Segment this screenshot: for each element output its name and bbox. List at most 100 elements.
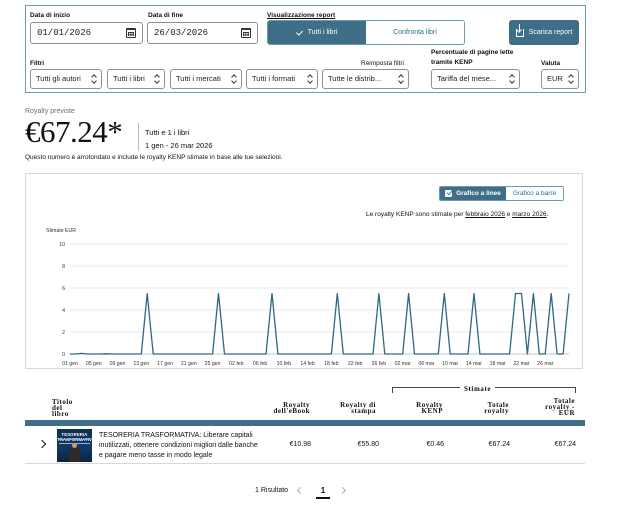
- y-tick-label: 4: [62, 308, 65, 314]
- x-tick-label: 22 feb: [348, 361, 363, 367]
- end-date-label: Data di fine: [148, 12, 184, 19]
- download-report-button[interactable]: Scarica report: [509, 20, 579, 45]
- col-header-title: Titolo del libro: [52, 399, 73, 418]
- x-tick-label: 13 gen: [133, 361, 149, 367]
- compare-books-button[interactable]: Confronta libri: [366, 21, 464, 44]
- summary-divider: [138, 123, 139, 151]
- y-axis-label: Stimate EUR: [46, 228, 76, 234]
- reset-filters-link[interactable]: Reimposta filtri: [361, 60, 404, 67]
- x-tick-label: 22 mar: [513, 361, 529, 367]
- x-tick-label: 18 mar: [490, 361, 506, 367]
- book-cover-figure: [69, 443, 80, 462]
- filters-label: Filtri: [30, 60, 45, 67]
- currency-label: Valuta: [541, 60, 561, 67]
- select-arrows-icon: [509, 74, 515, 84]
- x-tick-label: 14 mar: [466, 361, 482, 367]
- calendar-icon[interactable]: [241, 28, 251, 38]
- distribution-select[interactable]: Tutte le distrib...: [322, 69, 409, 89]
- chart-panel: Grafico a linee Grafico a barre Le royal…: [25, 173, 583, 369]
- col-header-total: Totale royalty: [484, 402, 509, 415]
- formats-select[interactable]: Tutti i formati: [246, 69, 318, 89]
- x-tick-label: 01 gen: [62, 361, 78, 367]
- select-arrows-icon: [91, 74, 97, 84]
- select-arrows-icon: [398, 74, 404, 84]
- royalty-scope: Tutti e 1 i libri: [145, 128, 190, 137]
- royalty-note: Questo numero è arrotondato e include le…: [25, 154, 283, 161]
- start-date-label: Data di inizio: [30, 12, 71, 19]
- select-arrows-icon: [568, 74, 574, 84]
- download-report-label: Scarica report: [528, 29, 573, 36]
- x-tick-label: 26 feb: [372, 361, 387, 367]
- current-page-indicator: [316, 497, 330, 499]
- y-tick-label: 2: [62, 330, 65, 336]
- end-date-input[interactable]: 26/03/2026: [147, 22, 258, 44]
- col-header-title-line3: libro: [52, 410, 69, 418]
- y-tick-label: 8: [62, 264, 65, 270]
- x-tick-label: 14 feb: [300, 361, 315, 367]
- table-row: TESORERIA TRASFORMATIVA TESORERIA TRASFO…: [25, 426, 585, 464]
- start-date-input[interactable]: 01/01/2026: [30, 22, 143, 44]
- select-arrows-icon: [231, 74, 237, 84]
- y-tick-label: 10: [59, 242, 65, 248]
- kenp-rate-select-value: Tariffa del mese...: [437, 74, 497, 83]
- view-all-books-button[interactable]: Tutti i libri: [268, 21, 366, 44]
- download-icon: [515, 23, 524, 37]
- currency-select[interactable]: EUR: [541, 69, 579, 89]
- book-title: TESORERIA TRASFORMATIVA: Liberare capita…: [99, 432, 258, 459]
- page-number-current[interactable]: 1: [318, 486, 328, 495]
- ebook-royalty-cell: €10.98: [289, 441, 311, 448]
- x-tick-label: 02 mar: [395, 361, 411, 367]
- royalty-date-range: 1 gen - 26 mar 2026: [145, 141, 213, 150]
- x-tick-label: 25 gen: [205, 361, 221, 367]
- x-tick-label: 21 gen: [181, 361, 197, 367]
- authors-select[interactable]: Tutti gli autori: [30, 69, 102, 89]
- x-tick-label: 06 feb: [253, 361, 268, 367]
- book-cover-image: TESORERIA TRASFORMATIVA: [57, 429, 92, 462]
- print-royalty-cell: €55.80: [357, 441, 379, 448]
- report-view-toggle: Tutti i libri Confronta libri: [267, 20, 465, 45]
- previous-page-icon[interactable]: [296, 486, 305, 495]
- x-tick-label: 10 mar: [442, 361, 458, 367]
- x-tick-label: 09 gen: [110, 361, 126, 367]
- check-icon: [295, 28, 303, 36]
- chevron-right-icon[interactable]: [37, 439, 47, 449]
- end-date-value: 26/03/2026: [154, 28, 209, 38]
- x-tick-label: 17 gen: [157, 361, 173, 367]
- kenp-percent-label-line1: Percentuale di pagine lette: [431, 49, 514, 56]
- col-header-print: Royalty di stampa: [340, 402, 376, 415]
- total-royalty-eur-cell: €67.24: [554, 441, 576, 448]
- col-header-ebook: Royalty dell'eBook: [273, 402, 310, 415]
- markets-select[interactable]: Tutti i mercati: [170, 69, 242, 89]
- report-view-label: Visualizzazione report: [267, 12, 336, 19]
- x-tick-label: 18 feb: [324, 361, 339, 367]
- x-tick-label: 26 mar: [537, 361, 553, 367]
- markets-select-value: Tutti i mercati: [176, 74, 221, 83]
- x-tick-label: 10 feb: [277, 361, 292, 367]
- currency-select-value: EUR: [547, 74, 563, 83]
- formats-select-value: Tutti i formati: [252, 74, 296, 83]
- x-tick-label: 06 mar: [418, 361, 434, 367]
- kenp-royalty-cell: €0.46: [426, 441, 444, 448]
- compare-books-label: Confronta libri: [393, 29, 437, 36]
- col-header-ebook-line2: dell'eBook: [273, 407, 310, 415]
- books-select-value: Tutti i libri: [113, 74, 145, 83]
- col-header-kenp: Royalty KENP: [416, 402, 443, 415]
- y-tick-label: 6: [62, 286, 65, 292]
- royalty-amount: €67.24*: [25, 114, 123, 149]
- total-royalty-cell: €67.24: [488, 441, 510, 448]
- kenp-percent-label-line2: tramite KENP: [431, 59, 473, 66]
- kenp-rate-select[interactable]: Tariffa del mese...: [431, 69, 520, 89]
- calendar-icon[interactable]: [126, 28, 136, 38]
- col-header-total-eur: Totale royalty - EUR: [545, 398, 575, 417]
- x-tick-label: 05 gen: [86, 361, 102, 367]
- estimates-group-label: Stimate: [460, 385, 496, 393]
- x-tick-label: 02 feb: [229, 361, 244, 367]
- results-count: 1 Risultato: [255, 487, 289, 494]
- view-all-books-label: Tutti i libri: [307, 29, 338, 36]
- books-select[interactable]: Tutti i libri: [107, 69, 165, 89]
- series-line: [70, 292, 570, 355]
- next-page-icon[interactable]: [338, 486, 347, 495]
- col-header-total-line2: royalty: [484, 407, 509, 415]
- select-arrows-icon: [154, 74, 160, 84]
- royalty-line-chart: Stimate EUR 0 2 4 6 8 10 01 gen 05 gen 09 gen 13 g…: [46, 228, 570, 367]
